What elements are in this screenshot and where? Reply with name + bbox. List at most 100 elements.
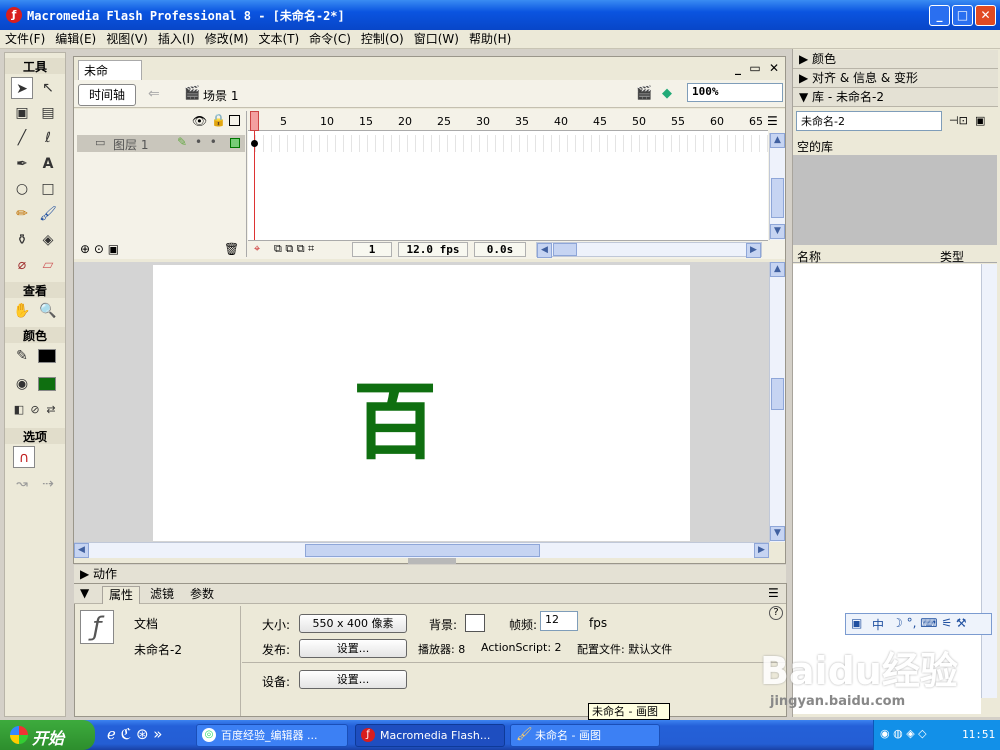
scene-label[interactable]: 场景 1 [203,87,238,104]
library-panel-label: 库 - 未命名-2 [812,90,884,104]
flash-doc-icon: ƒ [80,610,114,644]
color-panel-header[interactable]: ▶ 颜色 [793,50,998,69]
rectangle-tool-icon[interactable]: □ [37,178,59,200]
zoom-select[interactable]: 100% [687,83,783,102]
lock-icon[interactable]: 🔒 [211,113,226,127]
text-tool-icon[interactable]: A [37,153,59,175]
lasso-tool-icon[interactable]: ℓ [37,127,59,149]
layer-row[interactable]: ▭ 图层 1 ✎ • • [77,135,245,152]
pen-tool-icon[interactable]: ✒ [11,153,33,175]
clock[interactable]: 11:51 [962,728,995,741]
scene-icon: 🎬 [184,86,201,101]
stroke-color-swatch[interactable] [38,349,56,363]
menu-control[interactable]: 控制(O) [356,30,409,48]
arrow-tool-icon[interactable]: ➤ [11,77,33,99]
menu-modify[interactable]: 修改(M) [200,30,254,48]
ime-mode[interactable]: 中 [872,616,884,633]
ink-bottle-icon[interactable]: ⚱ [11,229,33,251]
ime-toolbar[interactable]: ▣ 中 ☽ °, ⌨ ⚟ ⚒ [845,613,992,635]
edit-scene-icon[interactable]: 🎬 [636,86,652,101]
smooth-icon[interactable]: ↝ [11,473,33,495]
collapse-handle[interactable] [408,558,456,564]
device-settings-button[interactable]: 设置... [299,670,407,689]
actions-header[interactable]: ▶ 动作 [74,565,786,584]
ruler-tick: 10 [320,115,334,128]
outline-icon[interactable] [229,115,240,126]
tray-icons[interactable]: ◉ ◍ ◈ ◇ [880,727,927,740]
fill-color-icon[interactable]: ◉ [11,373,33,395]
straighten-icon[interactable]: ⇢ [37,473,59,495]
menu-help[interactable]: 帮助(H) [464,30,516,48]
view-header: 查看 [5,282,65,298]
document-tab[interactable]: 未命名-2* [78,60,142,95]
onion-skin-icon[interactable]: ⧉ ⧉ ⧉ ⌗ [274,242,314,256]
col-name[interactable]: 名称 [797,248,821,265]
timeline-vscroll[interactable]: ▲ ▼ [769,133,785,240]
menu-view[interactable]: 视图(V) [101,30,153,48]
eraser-icon[interactable]: ▱ [37,254,59,276]
timeline-menu-icon[interactable]: ☰ [767,114,778,128]
tab-properties[interactable]: 属性 [102,586,141,604]
subselect-tool-icon[interactable]: ↖ [37,77,59,99]
layer-tools-icon[interactable]: ⊕ ⊙ ▣ [80,242,119,256]
center-frame-icon[interactable]: ⌖ [254,242,260,256]
line-tool-icon[interactable]: ╱ [11,127,33,149]
maximize-button[interactable]: □ [952,5,973,26]
frames-area[interactable] [248,111,768,257]
menu-insert[interactable]: 插入(I) [153,30,200,48]
tab-parameters[interactable]: 参数 [184,586,220,604]
paint-bucket-icon[interactable]: ◈ [37,229,59,251]
snap-magnet-icon[interactable]: ∩ [13,446,35,468]
trash-icon[interactable]: 🗑 [224,242,239,256]
zoom-tool-icon[interactable]: 🔍 [37,300,59,322]
eyedropper-icon[interactable]: ⌀ [11,254,33,276]
task-flash[interactable]: Macromedia Flash... [355,724,505,747]
menu-text[interactable]: 文本(T) [253,30,304,48]
menu-commands[interactable]: 命令(C) [304,30,356,48]
doc-window-controls[interactable]: _ ▭ ✕ [735,61,779,75]
menu-file[interactable]: 文件(F) [0,30,50,48]
frame-row[interactable] [248,135,768,152]
pin-icon[interactable]: ⊣⊡ [949,114,968,127]
props-menu-icon[interactable]: ☰ [768,586,779,600]
ime-tools-icon[interactable]: ☽ °, ⌨ ⚟ ⚒ [892,616,967,630]
help-icon[interactable]: ? [769,606,783,620]
fill-color-swatch[interactable] [38,377,56,391]
library-columns: 名称 类型 [793,247,997,265]
size-button[interactable]: 550 x 400 像素 [299,614,407,633]
fill-transform-icon[interactable]: ▤ [37,102,59,124]
align-panel-header[interactable]: ▶ 对齐 & 信息 & 变形 [793,69,998,88]
close-button[interactable]: ✕ [975,5,996,26]
edit-symbols-icon[interactable]: ◆ [662,86,672,101]
timeline-toggle-button[interactable]: 时间轴 [78,84,136,106]
brush-tool-icon[interactable]: 🖌 [37,203,59,225]
free-transform-icon[interactable]: ▣ [11,102,33,124]
minimize-button[interactable]: _ [929,5,950,26]
new-library-icon[interactable]: ▣ [975,114,985,127]
menu-window[interactable]: 窗口(W) [409,30,464,48]
stage-text[interactable]: 百 [340,355,450,471]
swap-colors-icon[interactable]: ⇄ [40,399,62,421]
playhead[interactable] [250,111,259,257]
background-color-swatch[interactable] [465,614,485,632]
pencil-tool-icon[interactable]: ✏ [11,203,33,225]
fps-input[interactable]: 12 [540,611,578,631]
timeline-hscroll[interactable]: ◀ ▶ [536,242,762,258]
oval-tool-icon[interactable]: ○ [11,178,33,200]
quicklaunch-icons[interactable]: ℯ ℭ ⊛ » [107,725,162,743]
tab-filters[interactable]: 滤镜 [144,586,180,604]
library-panel-header[interactable]: ▼ 库 - 未命名-2 [793,88,998,107]
eye-icon[interactable]: 👁 [192,114,207,128]
back-arrow-icon[interactable]: ⇐ [148,86,160,102]
stage-hscroll[interactable]: ◀ ▶ [74,542,769,558]
stroke-color-icon[interactable]: ✎ [11,345,33,367]
stage-vscroll[interactable]: ▲ ▼ [769,262,785,542]
col-type[interactable]: 类型 [940,248,964,265]
menu-edit[interactable]: 编辑(E) [50,30,101,48]
hand-tool-icon[interactable]: ✋ [11,300,33,322]
collapse-arrow-icon[interactable]: ▼ [80,586,89,600]
task-baidu-editor[interactable]: 百度经验_编辑器 ... [196,724,348,747]
keyframe-dot[interactable] [251,140,258,147]
publish-settings-button[interactable]: 设置... [299,639,407,658]
library-select[interactable]: 未命名-2 [796,111,942,131]
